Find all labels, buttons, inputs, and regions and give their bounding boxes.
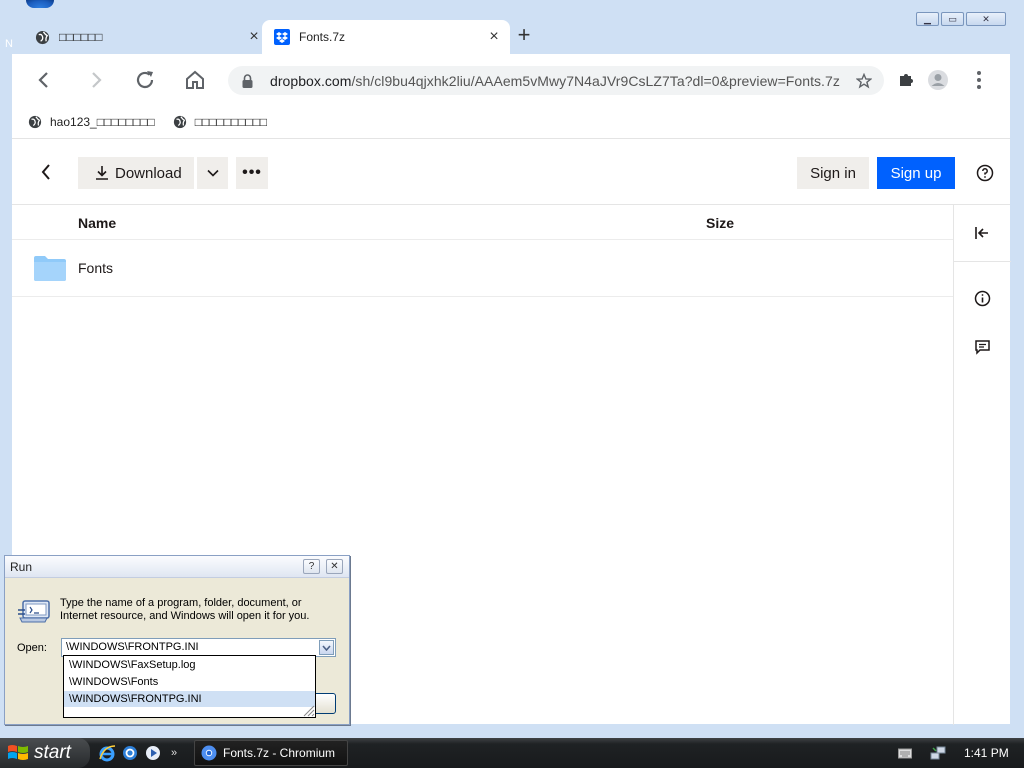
- forward-arrow-icon: [92, 72, 102, 88]
- bookmarks-bar: hao123_□□□□□□□□ □□□□□□□□□□: [12, 106, 1010, 138]
- more-actions-button[interactable]: •••: [236, 157, 268, 189]
- run-title: Run: [10, 560, 33, 574]
- internet-explorer-icon[interactable]: [98, 744, 116, 762]
- chromium-icon: [201, 745, 217, 761]
- lock-icon[interactable]: [242, 73, 258, 88]
- dropbox-icon: [274, 29, 290, 45]
- keyboard-icon[interactable]: [898, 747, 912, 759]
- download-options-button[interactable]: [197, 157, 228, 189]
- tab-inactive[interactable]: □□□□□□ ×: [22, 20, 270, 54]
- back-chevron-icon[interactable]: [36, 161, 56, 183]
- file-row[interactable]: Fonts: [12, 240, 953, 297]
- url-text: dropbox.com/sh/cl9bu4qjxhk2liu/AAAem5vMw…: [270, 73, 856, 89]
- bookmark-item[interactable]: □□□□□□□□□□: [173, 115, 267, 129]
- browser-menu-button[interactable]: [965, 66, 993, 94]
- quick-launch-more[interactable]: »: [171, 747, 177, 759]
- close-button[interactable]: ✕: [326, 559, 343, 574]
- home-icon: [186, 70, 204, 89]
- forward-button[interactable]: [82, 66, 110, 94]
- close-window-button[interactable]: ✕: [966, 12, 1006, 26]
- desktop-icon-peek: [26, 0, 54, 8]
- profile-button[interactable]: [924, 66, 952, 94]
- open-label: Open:: [17, 642, 47, 654]
- folder-icon: [34, 256, 66, 281]
- globe-icon: [173, 115, 186, 129]
- bookmark-label: hao123_□□□□□□□□: [50, 115, 155, 129]
- column-size-header[interactable]: Size: [706, 215, 734, 231]
- resize-grip-icon[interactable]: [301, 703, 315, 717]
- taskbar-item-label: Fonts.7z - Chromium: [223, 746, 336, 760]
- tab-active[interactable]: Fonts.7z ×: [262, 20, 510, 54]
- globe-icon: [28, 115, 42, 129]
- suggestion-list: \WINDOWS\FaxSetup.log \WINDOWS\Fonts \WI…: [63, 655, 316, 718]
- clock: 1:41 PM: [964, 746, 1009, 760]
- open-input-value[interactable]: \WINDOWS\FRONTPG.INI: [66, 641, 199, 653]
- run-dialog: Run ? ✕ Type the name of a program, fold…: [4, 555, 350, 725]
- suggestion-item[interactable]: \WINDOWS\Fonts: [64, 674, 315, 690]
- browser-toolbar: dropbox.com/sh/cl9bu4qjxhk2liu/AAAem5vMw…: [12, 54, 1010, 106]
- download-icon: [96, 166, 108, 180]
- globe-icon: [34, 29, 50, 45]
- run-program-icon: [18, 600, 50, 623]
- start-label: start: [34, 742, 71, 763]
- back-arrow-icon: [38, 72, 48, 88]
- download-button[interactable]: Download: [78, 157, 194, 189]
- sign-in-button[interactable]: Sign in: [797, 157, 869, 189]
- reload-button[interactable]: [131, 66, 159, 94]
- help-button[interactable]: ?: [303, 559, 320, 574]
- new-tab-button[interactable]: +: [512, 24, 536, 48]
- side-rail-divider: [954, 261, 1011, 262]
- puzzle-icon: [900, 74, 913, 86]
- window-controls: ▁ ▭ ✕: [916, 12, 1006, 26]
- quick-launch: »: [98, 744, 177, 762]
- sign-up-button[interactable]: Sign up: [877, 157, 955, 189]
- tab-close-icon[interactable]: ×: [482, 28, 506, 46]
- taskbar-item-chromium[interactable]: Fonts.7z - Chromium: [194, 740, 348, 766]
- suggestion-item[interactable]: \WINDOWS\FaxSetup.log: [64, 657, 315, 673]
- side-rail: [953, 205, 1011, 725]
- info-icon[interactable]: [972, 288, 992, 308]
- help-icon[interactable]: [975, 163, 995, 183]
- kebab-menu-icon: [977, 71, 981, 89]
- bookmark-label: □□□□□□□□□□: [194, 115, 268, 129]
- file-list-header: Name Size: [12, 205, 953, 240]
- suggestion-item-selected[interactable]: \WINDOWS\FRONTPG.INI: [64, 691, 315, 707]
- back-button[interactable]: [30, 66, 58, 94]
- run-title-bar[interactable]: Run ? ✕: [5, 556, 349, 578]
- address-bar[interactable]: dropbox.com/sh/cl9bu4qjxhk2liu/AAAem5vMw…: [228, 66, 884, 95]
- dropdown-arrow-icon[interactable]: [319, 640, 334, 655]
- email-icon[interactable]: [121, 744, 139, 762]
- url-path: /sh/cl9bu4qjxhk2liu/AAAem5vMwy7N4aJVr9Cs…: [351, 72, 840, 89]
- tab-strip: □□□□□□ × Fonts.7z × +: [12, 10, 1010, 54]
- media-player-icon[interactable]: [144, 744, 162, 762]
- page-header: Download ••• Sign in Sign up: [12, 139, 1010, 205]
- avatar-icon: [928, 70, 948, 90]
- file-name[interactable]: Fonts: [78, 260, 113, 276]
- url-host: dropbox.com: [270, 72, 352, 89]
- taskbar: start » Fonts.7z - Chromium 1:41 PM: [0, 738, 1024, 768]
- download-label: Download: [115, 164, 182, 182]
- reload-icon: [136, 71, 154, 89]
- tab-title: Fonts.7z: [299, 30, 346, 44]
- system-tray: 1:41 PM: [894, 738, 1024, 768]
- extensions-button[interactable]: [892, 66, 920, 94]
- restore-button[interactable]: ▭: [941, 12, 964, 26]
- comment-icon[interactable]: [972, 337, 992, 357]
- network-icon[interactable]: [930, 745, 946, 761]
- windows-flag-icon: [8, 745, 28, 760]
- chevron-down-icon: [206, 169, 219, 177]
- home-button[interactable]: [181, 66, 209, 94]
- run-description: Type the name of a program, folder, docu…: [60, 597, 310, 622]
- start-button[interactable]: start: [0, 738, 90, 768]
- bookmark-item[interactable]: hao123_□□□□□□□□: [28, 115, 155, 129]
- tab-title: □□□□□□: [59, 30, 103, 44]
- collapse-panel-icon[interactable]: [972, 223, 992, 243]
- bookmark-star-icon[interactable]: [856, 72, 874, 89]
- minimize-button[interactable]: ▁: [916, 12, 939, 26]
- column-name-header[interactable]: Name: [78, 215, 116, 231]
